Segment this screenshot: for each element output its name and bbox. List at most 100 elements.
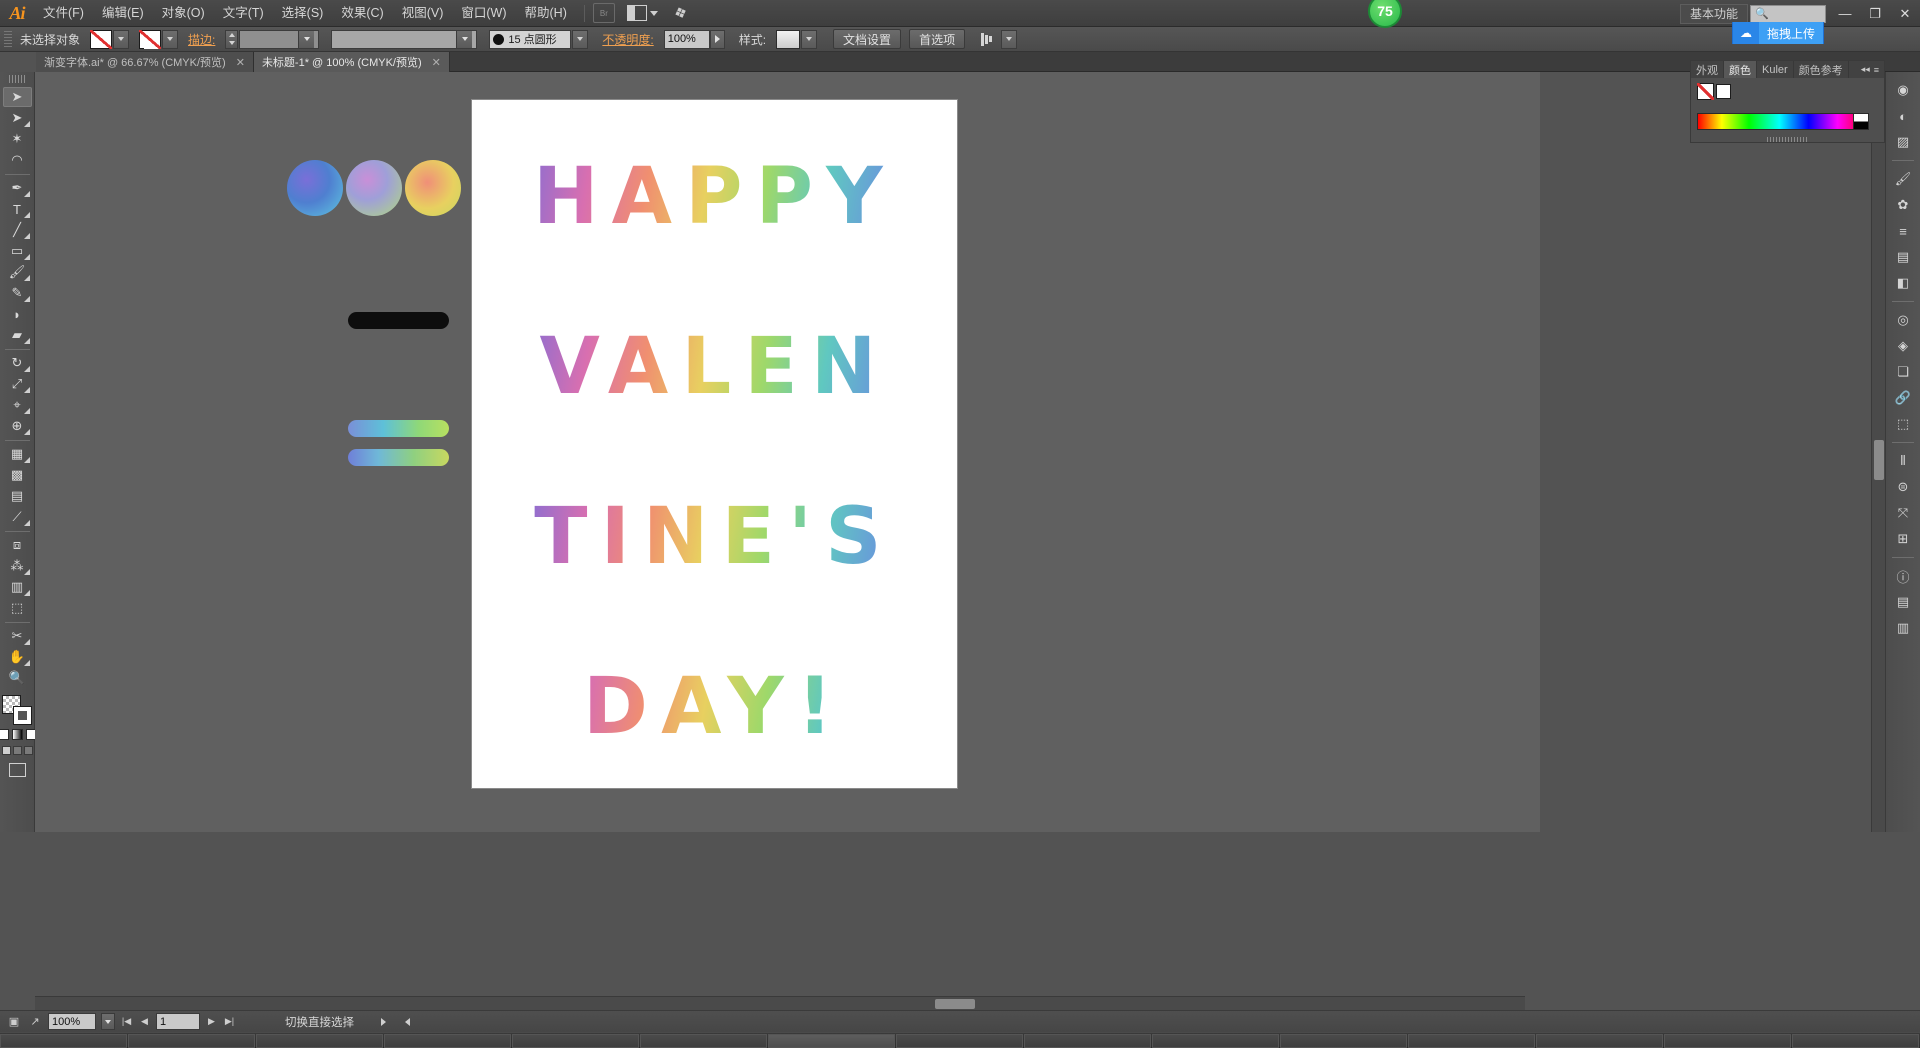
taskbar-item[interactable]: [1408, 1033, 1535, 1048]
artboard-number-input[interactable]: 1: [156, 1013, 200, 1030]
zoom-tool[interactable]: 🔍: [3, 668, 32, 688]
preferences-button[interactable]: 首选项: [909, 29, 966, 49]
document-setup-button[interactable]: 文档设置: [833, 29, 902, 49]
panel-brushes-icon[interactable]: 🖌: [1890, 167, 1917, 191]
default-colors-icon[interactable]: [0, 729, 9, 740]
eraser-tool[interactable]: ▰: [3, 325, 32, 345]
last-artboard-button[interactable]: ▶|: [223, 1013, 236, 1030]
artwork-line-2[interactable]: VALEN: [472, 322, 957, 412]
taskbar-item[interactable]: [1536, 1033, 1663, 1048]
type-tool[interactable]: T: [3, 199, 32, 219]
column-graph-tool[interactable]: ▥: [3, 577, 32, 597]
tab-color[interactable]: 颜色: [1724, 61, 1757, 78]
fullscreen-mode-icon[interactable]: [23, 746, 33, 755]
tab-kuler[interactable]: Kuler: [1757, 61, 1794, 78]
pencil-tool[interactable]: ✎: [3, 283, 32, 303]
panel-align-icon[interactable]: ⫴: [1890, 449, 1917, 473]
color-panel-resize-grip[interactable]: [1766, 137, 1809, 142]
stroke-profile-combo[interactable]: [331, 29, 478, 49]
panel-swatches-icon[interactable]: ▨: [1890, 130, 1917, 154]
menu-effect[interactable]: 效果(C): [332, 0, 392, 27]
black-rounded-bar[interactable]: [348, 312, 449, 329]
shape-builder-tool[interactable]: ⊕: [3, 416, 32, 436]
lasso-tool[interactable]: ◠: [3, 150, 32, 170]
cc-rocket-icon[interactable]: ❖: [671, 2, 690, 24]
rectangle-tool[interactable]: ▭: [3, 241, 32, 261]
fullscreen-menubar-mode-icon[interactable]: [12, 746, 22, 755]
menu-window[interactable]: 窗口(W): [452, 0, 515, 27]
fill-dropdown[interactable]: [113, 29, 130, 49]
line-segment-tool[interactable]: ╱: [3, 220, 32, 240]
menu-select[interactable]: 选择(S): [273, 0, 333, 27]
brush-definition-combo[interactable]: 15 点圆形: [489, 29, 572, 49]
taskbar-item[interactable]: [1792, 1033, 1919, 1048]
close-icon[interactable]: ✕: [432, 56, 441, 69]
drag-upload-button[interactable]: ☁ 拖拽上传: [1731, 22, 1824, 44]
gradient-circle-3[interactable]: [405, 160, 461, 216]
align-dropdown[interactable]: [1001, 29, 1018, 49]
artboard-nav-icon[interactable]: ▣: [6, 1014, 22, 1030]
stroke-weight-arrow[interactable]: [298, 30, 315, 48]
gradient-circle-1[interactable]: [287, 160, 343, 216]
menu-file[interactable]: 文件(F): [34, 0, 93, 27]
taskbar-item[interactable]: [1024, 1033, 1151, 1048]
color-spectrum-bar[interactable]: [1697, 113, 1869, 130]
selection-tool[interactable]: ➤: [2, 87, 32, 107]
tab-color-guide[interactable]: 颜色参考: [1794, 61, 1849, 78]
stroke-profile-arrow[interactable]: [456, 30, 473, 48]
taskbar-item[interactable]: [256, 1033, 383, 1048]
color-panel[interactable]: 外观 颜色 Kuler 颜色参考 ◂◂ ≡: [1690, 60, 1885, 143]
first-artboard-button[interactable]: |◀: [120, 1013, 133, 1030]
mesh-tool[interactable]: ▩: [3, 465, 32, 485]
opacity-input[interactable]: 100%: [663, 29, 710, 49]
status-resize-icon[interactable]: [405, 1017, 410, 1026]
fill-stroke-indicator[interactable]: [2, 695, 32, 725]
color-fill-none-swatch[interactable]: [1697, 83, 1714, 100]
scale-tool[interactable]: ⤢: [3, 374, 32, 394]
horizontal-scrollbar[interactable]: [35, 996, 1525, 1010]
stroke-swatch[interactable]: [139, 29, 162, 49]
stroke-label[interactable]: 描边:: [188, 31, 215, 48]
search-input[interactable]: 🔍: [1750, 4, 1826, 23]
taskbar-item[interactable]: [768, 1033, 895, 1048]
cc-notification-badge[interactable]: 75: [1368, 0, 1402, 28]
document-tab-untitled-1[interactable]: 未标题-1* @ 100% (CMYK/预览) ✕: [253, 52, 450, 72]
slice-tool[interactable]: ✂: [3, 626, 32, 646]
collapse-icon[interactable]: ◂◂: [1861, 64, 1870, 75]
panel-transform-icon[interactable]: ⤧: [1890, 501, 1917, 525]
opacity-label[interactable]: 不透明度:: [602, 31, 653, 48]
taskbar-item[interactable]: [512, 1033, 639, 1048]
menu-edit[interactable]: 编辑(E): [93, 0, 153, 27]
panel-symbols-icon[interactable]: ✿: [1890, 193, 1917, 217]
normal-screen-mode-icon[interactable]: [1, 746, 11, 755]
panel-color-guide-icon[interactable]: ◐: [1890, 104, 1917, 128]
gradient-rounded-bar-1[interactable]: [348, 420, 449, 437]
graphic-style-swatch[interactable]: [776, 29, 801, 49]
change-screen-mode-icon[interactable]: [8, 763, 26, 777]
panel-artboards-icon[interactable]: ⬚: [1890, 412, 1917, 436]
next-artboard-button[interactable]: ▶: [205, 1013, 218, 1030]
menu-help[interactable]: 帮助(H): [516, 0, 576, 27]
color-stroke-white-swatch[interactable]: [1716, 84, 1731, 99]
taskbar-item[interactable]: [896, 1033, 1023, 1048]
panel-appearance-icon[interactable]: ◎: [1890, 308, 1917, 332]
artwork-line-3[interactable]: TINE'S: [472, 492, 957, 582]
gradient-tool[interactable]: ▤: [3, 486, 32, 506]
blend-tool[interactable]: ⧈: [3, 535, 32, 555]
go-to-bridge-icon[interactable]: Br: [592, 3, 615, 23]
hand-tool[interactable]: ✋: [3, 647, 32, 667]
restore-button[interactable]: ❐: [1860, 0, 1890, 27]
taskbar-item[interactable]: [640, 1033, 767, 1048]
stroke-weight-stepper[interactable]: [225, 29, 239, 49]
artwork-line-1[interactable]: HAPPY: [472, 152, 957, 242]
vertical-scroll-thumb[interactable]: [1874, 440, 1884, 480]
width-tool[interactable]: ⌖: [3, 395, 32, 415]
document-tab-gradient-font[interactable]: 渐变字体.ai* @ 66.67% (CMYK/预览) ✕: [36, 52, 254, 72]
artboard-tool[interactable]: ⬚: [3, 598, 32, 618]
control-bar-grip[interactable]: [4, 30, 12, 48]
perspective-grid-tool[interactable]: ▦: [3, 444, 32, 464]
gradient-rounded-bar-2[interactable]: [348, 449, 449, 466]
taskbar-item[interactable]: [1664, 1033, 1791, 1048]
artwork-line-4[interactable]: DAY!: [472, 662, 957, 752]
color-panel-menu[interactable]: ◂◂ ≡: [1856, 61, 1884, 78]
